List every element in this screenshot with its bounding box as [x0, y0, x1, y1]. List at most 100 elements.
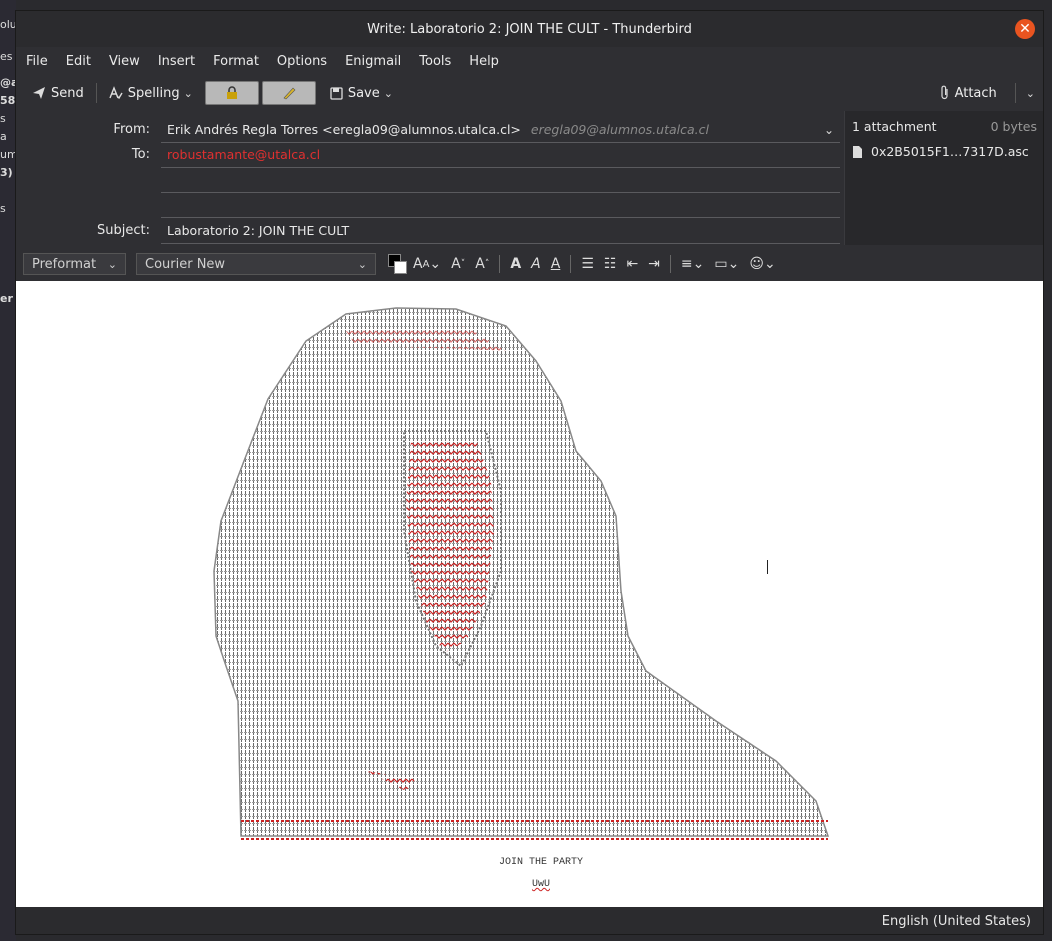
attach-button[interactable]: Attach	[934, 81, 1003, 105]
toolbar-separator	[95, 83, 97, 103]
toolbar-separator	[1014, 83, 1016, 103]
menu-bar: File Edit View Insert Format Options Eni…	[16, 47, 1043, 75]
lock-icon	[226, 86, 237, 99]
paragraph-format-value: Preformat	[32, 256, 97, 272]
from-label: From:	[113, 122, 150, 137]
menu-format[interactable]: Format	[213, 54, 259, 69]
chevron-down-icon[interactable]: ⌄	[824, 123, 834, 137]
menu-tools[interactable]: Tools	[419, 54, 451, 69]
emoji-icon[interactable]: ☺⌄	[749, 256, 775, 272]
smaller-font-icon[interactable]: A ˅	[451, 256, 465, 272]
paperclip-icon	[940, 85, 948, 100]
caption-text: JOIN THE PARTY	[498, 857, 583, 868]
bg-fragment: a	[0, 130, 7, 143]
menu-options[interactable]: Options	[277, 54, 327, 69]
to-field[interactable]: robustamante@utalca.cl	[161, 144, 840, 168]
menu-edit[interactable]: Edit	[66, 54, 91, 69]
attach-dropdown-icon[interactable]: ⌄	[1026, 87, 1035, 100]
format-separator	[499, 255, 501, 273]
spelling-dropdown-icon[interactable]: ⌄	[184, 87, 193, 100]
message-body-editor[interactable]: JOIN THE PARTY UwU	[16, 281, 1043, 907]
attach-label: Attach	[954, 85, 997, 101]
from-row: From: Erik Andrés Regla Torres <eregla09…	[16, 117, 844, 143]
to-row: To: robustamante@utalca.cl	[16, 142, 844, 168]
sign-toggle-button[interactable]	[261, 81, 316, 105]
insert-image-icon[interactable]: ▭⌄	[714, 256, 739, 272]
from-identity-select[interactable]: Erik Andrés Regla Torres <eregla09@alumn…	[161, 119, 840, 143]
floppy-icon	[330, 86, 343, 100]
spelling-button[interactable]: Spelling	[103, 82, 186, 105]
compose-toolbar: Send Spelling ⌄ Save ⌄ Attach ⌄	[16, 75, 1043, 111]
larger-font-icon[interactable]: A ˄	[475, 256, 489, 272]
chevron-down-icon: ⌄	[107, 257, 117, 271]
menu-view[interactable]: View	[109, 54, 140, 69]
attachment-item[interactable]: 0x2B5015F1…7317D.asc	[845, 134, 1043, 169]
bg-fragment: 3)	[0, 166, 13, 179]
bg-fragment: es	[0, 50, 13, 63]
bullet-list-icon[interactable]: ☰	[581, 256, 594, 272]
paragraph-format-select[interactable]: Preformat ⌄	[23, 253, 126, 275]
font-family-select[interactable]: Courier New ⌄	[136, 253, 376, 275]
compose-window: Write: Laboratorio 2: JOIN THE CULT - Th…	[15, 10, 1044, 935]
empty-recipient-row	[16, 192, 844, 218]
bg-fragment: s	[0, 202, 6, 215]
send-button[interactable]: Send	[26, 82, 90, 105]
attach-area: Attach ⌄	[934, 75, 1035, 111]
window-title: Write: Laboratorio 2: JOIN THE CULT - Th…	[367, 21, 692, 37]
from-value: Erik Andrés Regla Torres <eregla09@alumn…	[167, 122, 521, 137]
subject-field[interactable]: Laboratorio 2: JOIN THE CULT	[161, 220, 840, 244]
save-dropdown-icon[interactable]: ⌄	[384, 87, 393, 100]
background-window-strip: olu es @al 58 s a um 3) s er	[0, 0, 22, 941]
underline-icon[interactable]: A	[551, 256, 561, 272]
chevron-down-icon: ⌄	[357, 257, 367, 271]
format-separator	[570, 255, 572, 273]
menu-help[interactable]: Help	[469, 54, 499, 69]
to-label: To:	[131, 147, 150, 162]
formatting-toolbar: Preformat ⌄ Courier New ⌄ A A ⌄ A ˅ A ˄ A A …	[16, 247, 1043, 281]
subject-label: Subject:	[97, 223, 150, 238]
attachment-total-size: 0 bytes	[990, 119, 1037, 134]
menu-enigmail[interactable]: Enigmail	[345, 54, 401, 69]
pen-icon	[283, 87, 296, 100]
menu-file[interactable]: File	[26, 54, 48, 69]
address-headers: From: Erik Andrés Regla Torres <eregla09…	[16, 111, 844, 245]
bold-icon[interactable]: A	[510, 256, 521, 272]
encrypt-toggle-button[interactable]	[204, 81, 259, 105]
ascii-art-figure	[213, 307, 830, 840]
attachment-header[interactable]: 1 attachment 0 bytes	[845, 111, 1043, 134]
subject-row: Subject: Laboratorio 2: JOIN THE CULT	[16, 218, 844, 244]
recipient-field-empty[interactable]	[161, 194, 840, 218]
title-bar[interactable]: Write: Laboratorio 2: JOIN THE CULT - Th…	[16, 11, 1043, 47]
format-separator	[669, 255, 671, 273]
attachment-count: 1 attachment	[852, 119, 937, 134]
indent-icon[interactable]: ⇥	[648, 256, 660, 272]
menu-insert[interactable]: Insert	[158, 54, 195, 69]
empty-recipient-row	[16, 167, 844, 193]
attachment-pane: 1 attachment 0 bytes 0x2B5015F1…7317D.as…	[844, 111, 1043, 245]
italic-icon[interactable]: A	[531, 256, 541, 272]
close-window-button[interactable]: ✕	[1015, 19, 1035, 39]
status-bar: English (United States)	[16, 907, 1043, 934]
file-icon	[853, 145, 862, 158]
font-family-value: Courier New	[145, 256, 226, 272]
subcaption-text: UwU	[531, 879, 550, 890]
save-label: Save	[347, 85, 380, 101]
recipient-address: robustamante@utalca.cl	[167, 147, 321, 162]
send-icon	[33, 87, 45, 99]
text-color-picker[interactable]	[388, 254, 408, 274]
subject-value: Laboratorio 2: JOIN THE CULT	[167, 223, 350, 238]
bg-fragment: 58	[0, 94, 16, 107]
send-label: Send	[51, 85, 84, 101]
spellcheck-language[interactable]: English (United States)	[882, 914, 1031, 929]
numbered-list-icon[interactable]: ☷	[604, 256, 617, 272]
bg-fragment: er	[0, 292, 13, 305]
attachment-name: 0x2B5015F1…7317D.asc	[871, 144, 1029, 159]
align-icon[interactable]: ≡⌄	[681, 256, 704, 272]
recipient-field-empty[interactable]	[161, 169, 840, 193]
text-size-icon[interactable]: A A ⌄	[413, 256, 441, 272]
save-button[interactable]: Save	[324, 82, 386, 105]
spellcheck-icon	[109, 86, 123, 100]
from-secondary-address: eregla09@alumnos.utalca.cl	[530, 122, 709, 137]
outdent-icon[interactable]: ⇤	[626, 256, 638, 272]
spelling-label: Spelling	[127, 85, 180, 101]
